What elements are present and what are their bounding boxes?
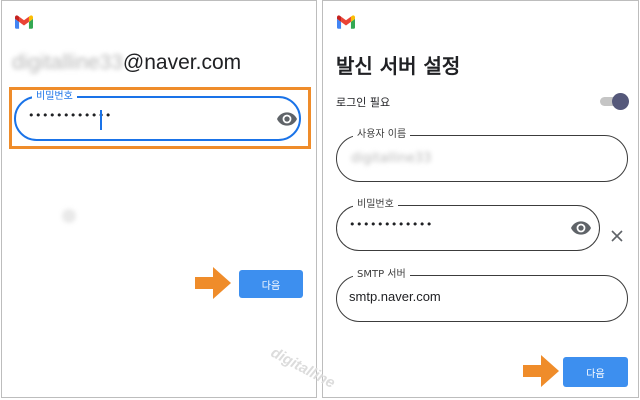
close-icon[interactable] bbox=[611, 230, 623, 242]
arrow-right-icon bbox=[523, 355, 559, 387]
text-caret bbox=[100, 110, 102, 130]
gmail-icon bbox=[337, 15, 355, 29]
gmail-icon bbox=[15, 15, 33, 29]
password-field[interactable]: 비밀번호 •••••••••••• bbox=[336, 198, 600, 251]
blurred-spot bbox=[62, 209, 76, 223]
password-label: 비밀번호 bbox=[353, 198, 398, 211]
password-label: 비밀번호 bbox=[32, 90, 77, 103]
username-value: digitalline33 bbox=[351, 151, 432, 166]
login-required-label: 로그인 필요 bbox=[336, 96, 391, 109]
smtp-server-field[interactable]: SMTP 서버 smtp.naver.com bbox=[336, 268, 628, 322]
username-field[interactable]: 사용자 이름 digitalline33 bbox=[336, 128, 628, 182]
next-button-label: 다음 bbox=[586, 368, 605, 380]
username-label: 사용자 이름 bbox=[353, 128, 411, 141]
email-user-blurred: digitalline33 bbox=[12, 51, 123, 74]
password-value: •••••••••••• bbox=[349, 218, 433, 231]
email-domain: @naver.com bbox=[122, 51, 242, 74]
smtp-server-label: SMTP 서버 bbox=[353, 268, 410, 281]
smtp-server-value: smtp.naver.com bbox=[349, 289, 441, 304]
next-button-label: 다음 bbox=[261, 280, 281, 292]
page-title: 발신 서버 설정 bbox=[336, 54, 461, 78]
toggle-knob bbox=[612, 93, 629, 110]
arrow-right-icon bbox=[195, 267, 231, 299]
account-email: digitalline33@naver.com bbox=[12, 51, 241, 75]
login-required-toggle[interactable] bbox=[598, 93, 629, 110]
next-button[interactable]: 다음 bbox=[563, 357, 628, 387]
password-field[interactable]: 비밀번호 •••••••••••• bbox=[14, 90, 301, 141]
outgoing-server-screen: 발신 서버 설정 로그인 필요 사용자 이름 digitalline33 비밀번… bbox=[322, 0, 639, 398]
next-button[interactable]: 다음 bbox=[239, 270, 303, 298]
eye-icon[interactable] bbox=[571, 221, 591, 235]
password-screen: digitalline33@naver.com 비밀번호 •••••••••••… bbox=[1, 0, 317, 398]
eye-icon[interactable] bbox=[277, 112, 297, 126]
